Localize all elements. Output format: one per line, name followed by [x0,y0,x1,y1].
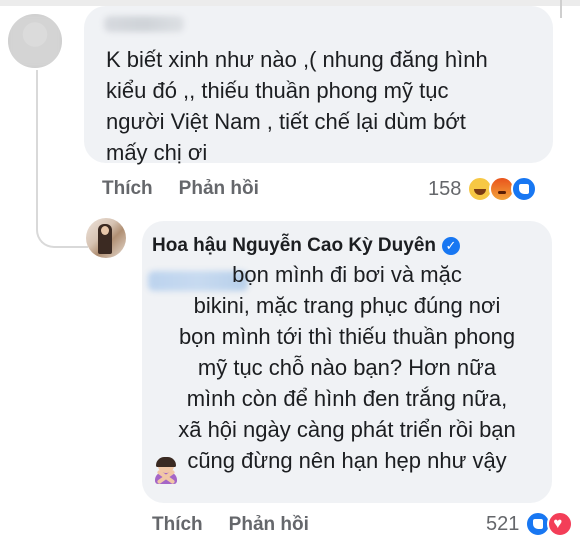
reply-text: bọn mình đi bơi và mặc bikini, mặc trang… [178,262,516,473]
blurred-commenter-name[interactable] [104,16,184,32]
thread-connector-curve [36,210,88,248]
thread-line-right [560,0,562,18]
comment-bubble: K biết xinh như nào ,( nhung đăng hình k… [84,6,553,165]
reply-bubble: Hoa hậu Nguyễn Cao Kỳ Duyên ✓ bọn mình đ… [142,221,552,503]
comment-actions: Thích Phản hồi [102,178,259,200]
reply-actions: Thích Phản hồi [152,514,309,536]
thread-connector [36,70,38,230]
reply-author-name[interactable]: Hoa hậu Nguyễn Cao Kỳ Duyên [152,235,436,257]
love-icon [547,511,574,537]
comment-reactions[interactable]: 158 [428,176,538,202]
like-button[interactable]: Thích [102,178,153,200]
reply-button[interactable]: Phản hồi [229,514,309,536]
like-icon [511,176,538,202]
commenter-avatar[interactable] [8,14,62,68]
comment-text: K biết xinh như nào ,( nhung đăng hình k… [106,47,488,165]
like-button[interactable]: Thích [152,514,203,536]
reaction-count: 521 [486,512,520,535]
reply-author[interactable]: Hoa hậu Nguyễn Cao Kỳ Duyên ✓ [152,235,460,257]
reply-reactions[interactable]: 521 [486,511,574,537]
woman-gesturing-no-icon [152,457,180,485]
reply-author-avatar[interactable] [86,218,126,258]
reaction-count: 158 [428,177,462,200]
verified-badge-icon: ✓ [442,237,460,255]
reply-button[interactable]: Phản hồi [179,178,259,200]
